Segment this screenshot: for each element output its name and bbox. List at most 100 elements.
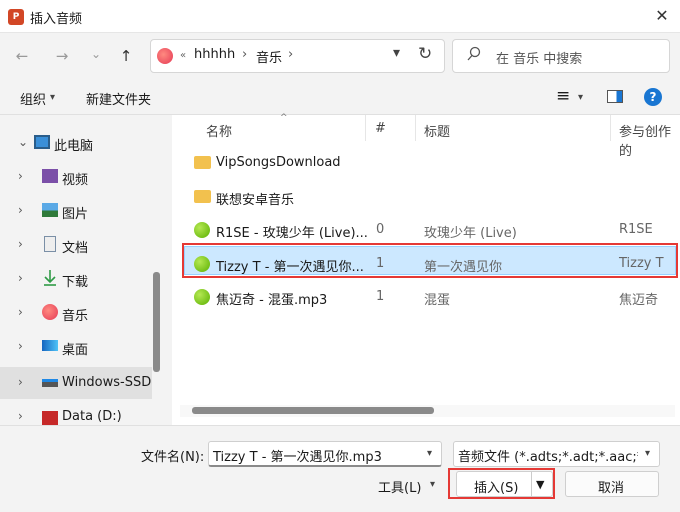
breadcrumb-separator[interactable]: › [288, 47, 293, 62]
sidebar-item-windows-ssd[interactable]: › Windows-SSD [0, 367, 152, 399]
column-header-title[interactable]: 标题 [424, 121, 450, 140]
computer-icon [34, 135, 50, 149]
powerpoint-app-icon: P [8, 9, 24, 25]
filename-label: 文件名(N): [141, 450, 205, 465]
breadcrumb-separator[interactable]: › [242, 47, 247, 62]
file-name[interactable]: R1SE - 玫瑰少年 (Live)... [216, 222, 368, 241]
refresh-icon[interactable]: ↻ [418, 44, 432, 64]
tools-caret-icon[interactable]: ▾ [430, 479, 435, 490]
organize-caret-icon[interactable]: ▾ [50, 92, 55, 103]
chevron-right-icon[interactable]: › [18, 305, 23, 319]
sidebar-item-desktop[interactable]: › 桌面 [0, 331, 152, 363]
sidebar-item-data-drive[interactable]: › Data (D:) [0, 401, 152, 425]
pictures-icon [42, 203, 58, 217]
file-name[interactable]: 联想安卓音乐 [216, 189, 294, 208]
file-name[interactable]: Tizzy T - 第一次遇见你... [216, 256, 364, 275]
sidebar-item-music[interactable]: › 音乐 [0, 297, 152, 329]
chevron-right-icon[interactable]: › [18, 271, 23, 285]
track-number: 1 [376, 289, 385, 304]
preview-pane-icon[interactable] [607, 90, 623, 103]
insert-dropdown-icon[interactable]: ▼ [536, 478, 544, 491]
track-artist: Tizzy T [619, 256, 664, 271]
folder-icon [194, 190, 211, 203]
back-arrow-icon[interactable]: ← [10, 44, 34, 68]
audio-file-icon [194, 222, 210, 238]
track-title: 第一次遇见你 [424, 260, 503, 275]
column-divider[interactable] [610, 115, 611, 141]
audio-file-icon [194, 256, 210, 272]
filetype-value[interactable]: 音频文件 (*.adts;*.adt;*.aac;*.a [458, 446, 638, 465]
new-folder-button[interactable]: 新建文件夹 [86, 89, 151, 108]
track-number: 0 [376, 222, 385, 237]
column-divider[interactable] [365, 115, 366, 141]
track-artist: 焦迈奇 [619, 293, 659, 308]
recent-locations-chevron-icon[interactable]: ⌄ [84, 42, 108, 66]
track-title: 玫瑰少年 (Live) [424, 226, 517, 241]
insert-button-label[interactable]: 插入(S) [474, 477, 518, 496]
chevron-down-icon[interactable]: ⌄ [18, 135, 28, 149]
dialog-footer [0, 425, 680, 512]
chevron-right-icon[interactable]: › [18, 409, 23, 423]
navigation-pane: ⌄ 此电脑 › 视频 › 图片 › 文档 › 下载 › 音乐 › 桌面 › Wi… [0, 115, 172, 425]
sidebar-item-label: 桌面 [62, 343, 89, 358]
data-drive-icon [42, 411, 58, 425]
music-folder-icon [157, 48, 173, 64]
sidebar-item-label: 此电脑 [54, 139, 94, 154]
up-arrow-icon[interactable]: ↑ [114, 44, 138, 68]
sidebar-item-label: 视频 [62, 173, 89, 188]
filename-value[interactable]: Tizzy T - 第一次遇见你.mp3 [213, 446, 382, 465]
column-header-name[interactable]: 名称 [206, 121, 232, 140]
filename-dropdown-icon[interactable]: ▾ [427, 448, 432, 459]
desktop-icon [42, 340, 58, 351]
sidebar-item-label: 音乐 [62, 309, 89, 324]
dialog-title: 插入音频 [30, 12, 83, 27]
sidebar-item-label: 文档 [62, 241, 89, 256]
drive-icon [42, 379, 58, 387]
column-header-number[interactable]: # [375, 121, 386, 136]
chevron-right-icon[interactable]: › [18, 203, 23, 217]
sidebar-item-videos[interactable]: › 视频 [0, 161, 152, 193]
horizontal-scrollbar[interactable] [192, 407, 434, 414]
file-name[interactable]: VipSongsDownload [216, 155, 341, 170]
help-icon[interactable]: ? [644, 88, 662, 106]
organize-button[interactable]: 组织 [20, 89, 46, 108]
downloads-icon [42, 269, 58, 286]
forward-arrow-icon[interactable]: → [50, 44, 74, 68]
column-header-artists[interactable]: 参与创作的 [619, 121, 680, 159]
insert-split-divider [531, 472, 532, 496]
column-divider[interactable] [415, 115, 416, 141]
sidebar-item-documents[interactable]: › 文档 [0, 229, 152, 261]
chevron-right-icon[interactable]: › [18, 169, 23, 183]
title-bar [0, 0, 680, 33]
music-icon [42, 304, 58, 320]
close-icon[interactable]: ✕ [650, 4, 674, 28]
overflow-chevron[interactable]: « [180, 50, 186, 61]
sidebar-scrollbar[interactable] [153, 272, 160, 372]
breadcrumb-music[interactable]: 音乐 [256, 47, 282, 66]
sidebar-item-label: Data (D:) [62, 409, 122, 424]
documents-icon [44, 236, 56, 252]
breadcrumb-hhhhh[interactable]: hhhhh [194, 47, 235, 62]
sort-ascending-icon: ^ [280, 113, 288, 123]
search-placeholder: 在 音乐 中搜索 [496, 52, 583, 67]
sidebar-item-label: Windows-SSD [62, 375, 152, 390]
sidebar-item-label: 图片 [62, 207, 89, 222]
track-number: 1 [376, 256, 385, 271]
audio-file-icon [194, 289, 210, 305]
videos-icon [42, 169, 58, 183]
filetype-dropdown-icon[interactable]: ▾ [645, 448, 650, 459]
chevron-right-icon[interactable]: › [18, 375, 23, 389]
tools-button[interactable]: 工具(L) [378, 477, 421, 496]
sidebar-item-this-pc[interactable]: ⌄ 此电脑 [0, 127, 152, 159]
sidebar-item-downloads[interactable]: › 下载 [0, 263, 152, 295]
chevron-right-icon[interactable]: › [18, 237, 23, 251]
file-name[interactable]: 焦迈奇 - 混蛋.mp3 [216, 289, 327, 308]
track-artist: R1SE [619, 222, 653, 237]
sidebar-item-pictures[interactable]: › 图片 [0, 195, 152, 227]
chevron-right-icon[interactable]: › [18, 339, 23, 353]
view-options-icon[interactable]: ≡ [556, 86, 570, 106]
address-dropdown-icon[interactable]: ▾ [393, 45, 400, 61]
cancel-button-label[interactable]: 取消 [598, 477, 624, 496]
folder-icon [194, 156, 211, 169]
view-caret-icon[interactable]: ▾ [578, 92, 583, 103]
